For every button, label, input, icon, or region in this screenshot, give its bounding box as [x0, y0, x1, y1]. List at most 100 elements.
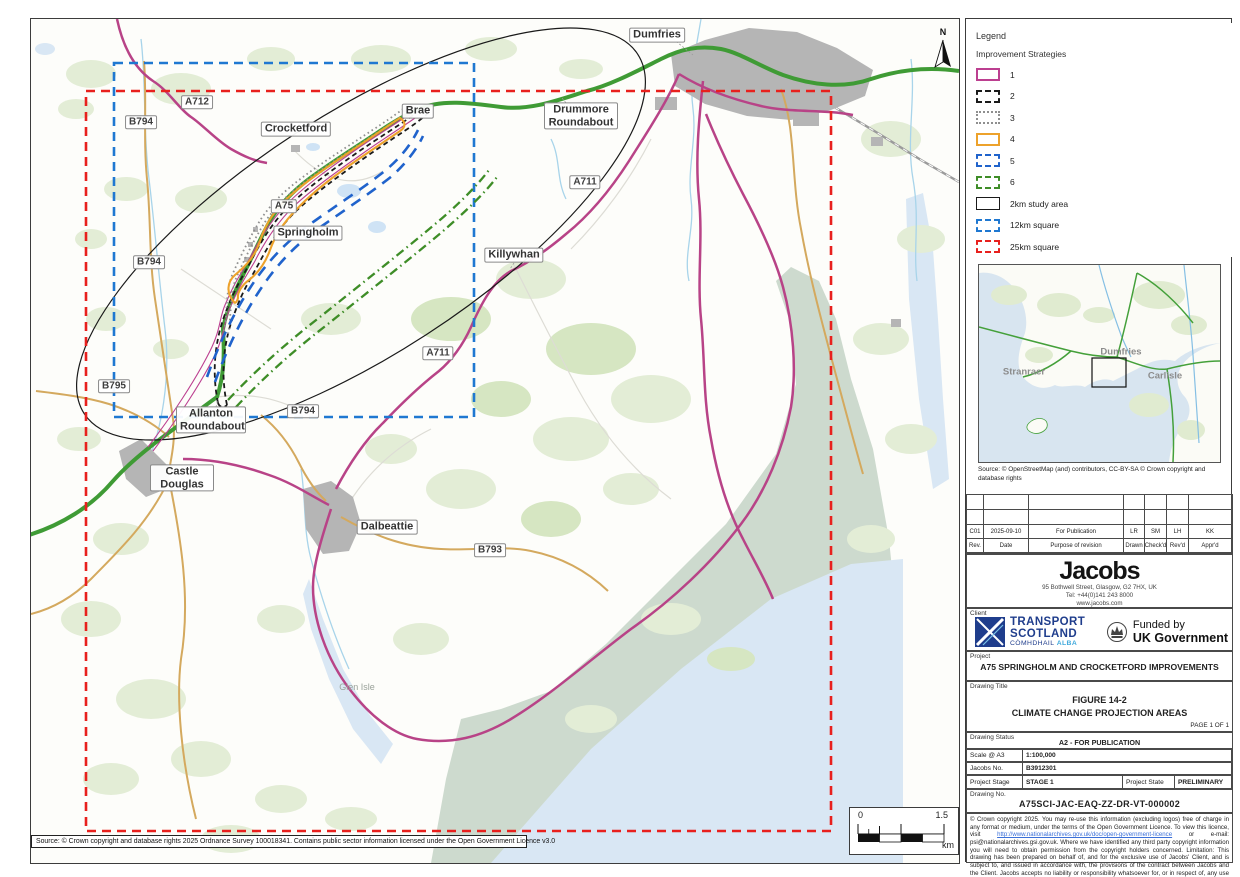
scale-label: Scale @ A3	[967, 750, 1023, 761]
scale-unit: km	[942, 840, 954, 850]
project-name: A75 SPRINGHOLM AND CROCKETFORD IMPROVEME…	[967, 662, 1232, 672]
client-label: Client	[970, 610, 987, 617]
drawing-no-row: Drawing No. A75SCI-JAC-EAQ-ZZ-DR-VT-0000…	[966, 789, 1233, 813]
north-arrow: N	[929, 27, 957, 73]
project-label: Project	[970, 653, 990, 660]
figure-title: CLIMATE CHANGE PROJECTION AREAS	[967, 708, 1232, 718]
swatch-strategy-2	[976, 90, 1000, 103]
inset-source-note: Source: © OpenStreetMap (and) contributo…	[978, 466, 1219, 483]
place-label-glen-isle: Glen Isle	[339, 682, 375, 692]
town-label-dumfries: Dumfries	[629, 28, 685, 43]
rev-cell: 2025-09-10	[984, 525, 1029, 539]
swatch-strategy-1	[976, 68, 1000, 81]
road-label-b794-south: B794	[287, 404, 319, 418]
location-inset-map: Stranraer Dumfries Carlisle	[978, 264, 1221, 463]
ts-line3-alba: ALBA	[1057, 640, 1077, 647]
town-label-brae: Brae	[402, 104, 434, 119]
swatch-strategy-3	[976, 111, 1000, 124]
legend-item-strategy-3: 3	[976, 111, 1223, 124]
rev-cell: LR	[1124, 525, 1145, 539]
legend-item-strategy-4: 4	[976, 133, 1223, 146]
map-canvas	[31, 19, 959, 863]
project-stage-row: Project Stage STAGE 1 Project State PREL…	[966, 775, 1233, 789]
road-label-b794-north: B794	[125, 115, 157, 129]
drawing-status-value: A2 - FOR PUBLICATION	[967, 738, 1232, 747]
disclaimer-link: http://www.nationalarchives.gov.uk/doc/o…	[997, 831, 1172, 838]
rev-header: Check'd	[1145, 539, 1167, 553]
town-label-dalbeattie: Dalbeattie	[357, 520, 418, 535]
drawing-sheet: A712 B794 Crocketford Brae Drummore Roun…	[0, 0, 1240, 877]
drawing-title-label: Drawing Title	[970, 683, 1008, 690]
disclaimer: © Crown copyright 2025. You may re-use t…	[966, 813, 1233, 863]
transport-scotland-logo: TRANSPORT SCOTLAND CÒMHDHAIL ALBA	[975, 617, 1085, 648]
jacobs-wordmark: Jacobs	[967, 559, 1232, 584]
inset-label-dumfries: Dumfries	[1100, 347, 1141, 358]
ts-line2: SCOTLAND	[1010, 629, 1085, 641]
town-label-crocketford: Crocketford	[261, 122, 331, 137]
jacobs-address-2: Tel: +44(0)141 243 8000	[967, 592, 1232, 600]
jacobs-no-row: Jacobs No. B3912301	[966, 762, 1233, 775]
swatch-12km-square	[976, 219, 1000, 232]
rev-cell: For Publication	[1029, 525, 1124, 539]
drawing-no-value: A75SCI-JAC-EAQ-ZZ-DR-VT-000002	[967, 799, 1232, 809]
road-label-a711-north: A711	[569, 175, 600, 189]
project-state-label: Project State	[1123, 776, 1175, 788]
transport-scotland-icon	[975, 617, 1005, 647]
rev-header: Rev.	[967, 539, 984, 553]
legend-item-strategy-6: 6	[976, 176, 1223, 189]
swatch-strategy-6	[976, 176, 1000, 189]
scale-bar-graphic	[852, 822, 956, 848]
road-label-b794-mid: B794	[133, 255, 165, 269]
town-label-castle-douglas: Castle Douglas	[150, 464, 214, 491]
project-state-value: PRELIMINARY	[1175, 776, 1232, 788]
legend-item-12km-square: 12km square	[976, 219, 1223, 232]
uk-gov-crest-icon	[1106, 620, 1128, 644]
jacobs-no-value: B3912301	[1023, 763, 1232, 774]
uk-funded-by: Funded by	[1133, 619, 1228, 631]
road-label-a75: A75	[271, 199, 297, 213]
legend-item-25km-square: 25km square	[976, 240, 1223, 253]
town-label-springholm: Springholm	[273, 226, 342, 241]
scale-value: 1:100,000	[1023, 750, 1232, 761]
uk-government-logo: Funded by UK Government	[1106, 619, 1228, 645]
rev-header: Purpose of revision	[1029, 539, 1124, 553]
project-stage-label: Project Stage	[967, 776, 1023, 788]
rev-header: Rev'd	[1167, 539, 1189, 553]
road-label-a712: A712	[181, 95, 213, 109]
jacobs-address-1: 95 Bothwell Street, Glasgow, G2 7HX, UK	[967, 584, 1232, 592]
drawing-status-row: Drawing Status A2 - FOR PUBLICATION	[966, 732, 1233, 749]
page-indicator: PAGE 1 OF 1	[1190, 722, 1229, 729]
legend-item-strategy-2: 2	[976, 90, 1223, 103]
swatch-25km-square	[976, 240, 1000, 253]
label-drummore-roundabout: Drummore Roundabout	[544, 102, 618, 129]
legend-subtitle: Improvement Strategies	[976, 49, 1223, 59]
figure-number: FIGURE 14-2	[967, 695, 1232, 705]
ts-line1: TRANSPORT	[1010, 617, 1085, 629]
rev-cell: SM	[1145, 525, 1167, 539]
legend-item-strategy-5: 5	[976, 154, 1223, 167]
project-stage-value: STAGE 1	[1023, 776, 1123, 788]
swatch-study-area	[976, 197, 1000, 210]
jacobs-no-label: Jacobs No.	[967, 763, 1023, 774]
title-block-panel: Legend Improvement Strategies 1 2 3 4 5 …	[965, 18, 1232, 862]
rev-cell: C01	[967, 525, 984, 539]
scale-end: 1.5	[935, 810, 948, 820]
legend-title: Legend	[976, 31, 1223, 41]
swatch-strategy-4	[976, 133, 1000, 146]
scale-start: 0	[858, 810, 863, 820]
town-label-killywhan: Killywhan	[484, 248, 543, 263]
road-label-b795: B795	[98, 379, 130, 393]
inset-map-canvas	[979, 265, 1220, 462]
revision-table: C01 2025-09-10 For Publication LR SM LH …	[966, 494, 1233, 554]
scale-row: Scale @ A3 1:100,000	[966, 749, 1233, 762]
client-block: Client TRANSPORT SCOTLAND CÒMHDHAIL ALBA	[966, 608, 1233, 651]
jacobs-block: Jacobs 95 Bothwell Street, Glasgow, G2 7…	[966, 554, 1233, 608]
disclaimer-text-2: or e-mail: psi@nationalarchives.gsi.gov.…	[970, 831, 1229, 877]
rev-cell: LH	[1167, 525, 1189, 539]
map-source-note: Source: © Crown copyright and database r…	[31, 835, 527, 848]
drawing-no-label: Drawing No.	[970, 791, 1006, 798]
rev-header: Date	[984, 539, 1029, 553]
north-letter: N	[929, 27, 957, 37]
rev-header: Appr'd	[1189, 539, 1232, 553]
north-arrow-icon	[929, 37, 957, 71]
